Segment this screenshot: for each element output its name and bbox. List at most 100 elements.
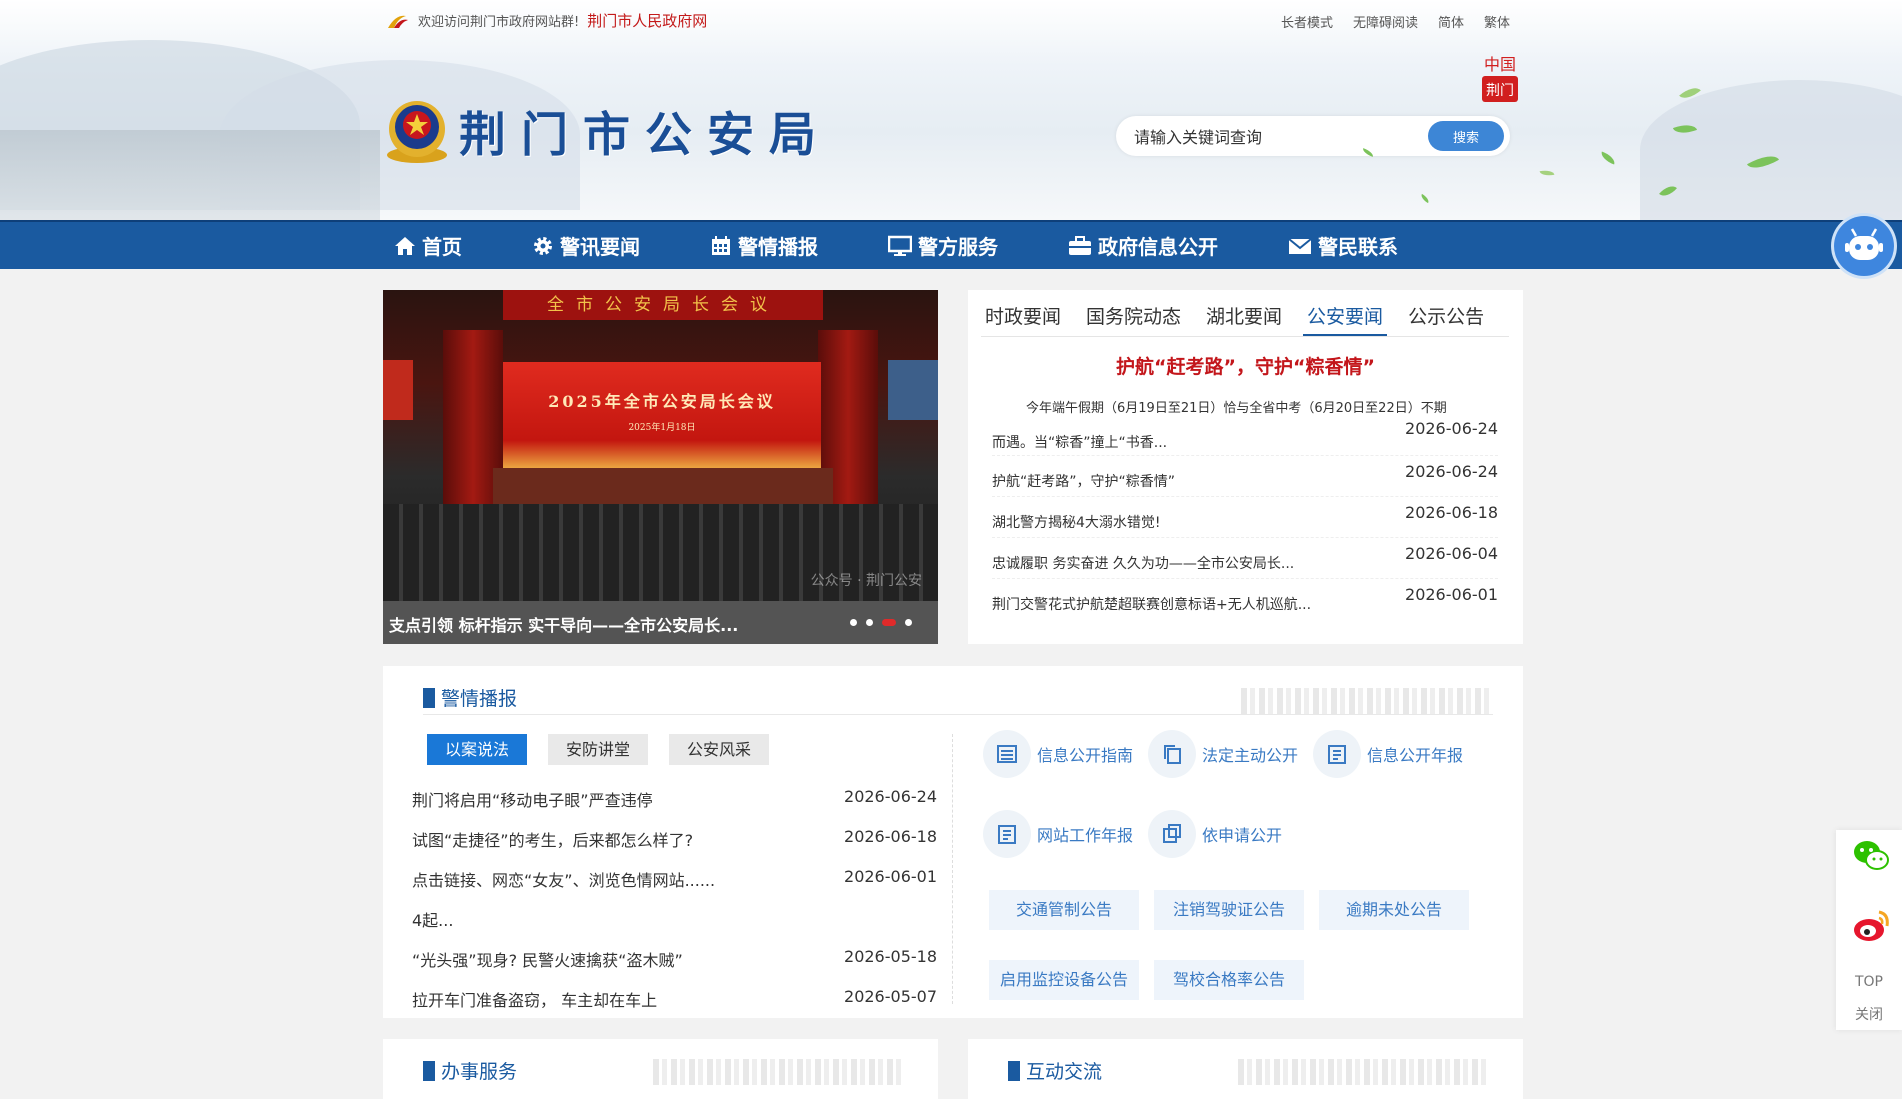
close-float-button[interactable]: 关闭 bbox=[1836, 1004, 1902, 1024]
skyline-decor bbox=[1238, 1059, 1488, 1085]
wechat-button[interactable] bbox=[1851, 836, 1891, 880]
notice-overdue[interactable]: 逾期未处公告 bbox=[1319, 890, 1469, 930]
leaf-decor bbox=[1599, 151, 1617, 165]
list-item[interactable]: 荆门将启用“移动电子眼”严查违停 2026-06-24 bbox=[412, 778, 937, 818]
link-statutory-disclosure[interactable]: 法定主动公开 bbox=[1148, 730, 1298, 778]
police-emblem-icon bbox=[387, 100, 447, 163]
main-nav: 首页 警讯要闻 警情播报 警方服务 政府信息公开 警民联系 bbox=[0, 220, 1902, 269]
robot-assistant-button[interactable] bbox=[1834, 216, 1894, 276]
back-to-top-button[interactable]: TOP bbox=[1836, 974, 1902, 990]
item-title: 护航“赶考路”，守护“粽香情” bbox=[992, 474, 1176, 490]
list-item[interactable]: 点击链接、网恋“女友”、浏览色情网站...... 2026-06-01 bbox=[412, 858, 937, 898]
search-button[interactable]: 搜索 bbox=[1428, 121, 1504, 151]
link-site-annual-report[interactable]: 网站工作年报 bbox=[983, 810, 1133, 858]
nav-label: 警方服务 bbox=[918, 235, 998, 259]
link-label: 信息公开指南 bbox=[1037, 746, 1134, 765]
nav-item-home[interactable]: 首页 bbox=[394, 222, 462, 269]
item-date: 2026-06-04 bbox=[1405, 544, 1498, 563]
nav-item-reports[interactable]: 警情播报 bbox=[710, 222, 818, 269]
list-item[interactable]: 试图“走捷径”的考生，后来都怎么样了? 2026-06-18 bbox=[412, 818, 937, 858]
slide-caption[interactable]: 支点引领 标杆指示 实干导向——全市公安局长... bbox=[389, 612, 738, 636]
tab-state-council[interactable]: 国务院动态 bbox=[1082, 302, 1185, 336]
nav-label: 警讯要闻 bbox=[560, 235, 640, 259]
nav-item-news[interactable]: 警讯要闻 bbox=[532, 222, 640, 269]
list-item[interactable]: 忠诚履职 务实奋进 久久为功——全市公安局长... 2026-06-04 bbox=[992, 538, 1498, 579]
simplified-link[interactable]: 简体 bbox=[1438, 12, 1464, 31]
accessibility-link[interactable]: 无障碍阅读 bbox=[1353, 12, 1418, 31]
item-date: 2026-06-24 bbox=[844, 787, 937, 806]
notice-monitor-devices[interactable]: 启用监控设备公告 bbox=[989, 960, 1139, 1000]
tab-hubei[interactable]: 湖北要闻 bbox=[1202, 302, 1286, 336]
slider-dot[interactable] bbox=[850, 619, 857, 626]
list-item[interactable]: 拉开车门准备盗窃， 车主却在车上 2026-05-07 bbox=[412, 978, 937, 1018]
slider-dot[interactable] bbox=[905, 619, 912, 626]
tab-politics[interactable]: 时政要闻 bbox=[981, 302, 1065, 336]
nav-label: 警情播报 bbox=[738, 235, 818, 259]
police-report-section: 警情播报 以案说法 安防讲堂 公安风采 荆门将启用“移动电子眼”严查违停 202… bbox=[383, 666, 1523, 1018]
title-bar bbox=[423, 687, 435, 708]
notice-license-cancel[interactable]: 注销驾驶证公告 bbox=[1154, 890, 1304, 930]
weibo-button[interactable] bbox=[1851, 906, 1893, 950]
notice-driving-school[interactable]: 驾校合格率公告 bbox=[1154, 960, 1304, 1000]
nav-item-contact[interactable]: 警民联系 bbox=[1288, 222, 1398, 269]
news-slider[interactable]: 全市公安局长会议 2025年全市公安局长会议 2025年1月18日 公众号 · … bbox=[383, 290, 938, 644]
briefcase-icon bbox=[1069, 235, 1091, 255]
report-icon-wrap bbox=[983, 810, 1031, 858]
site-logo[interactable]: 荆门市公安局 bbox=[383, 96, 831, 165]
copy-icon-wrap bbox=[1148, 730, 1196, 778]
skyline-decor bbox=[1241, 688, 1491, 714]
list-item[interactable]: 而遇。当“粽香”撞上“书香... 2026-06-24 bbox=[992, 415, 1498, 456]
apply-icon-wrap bbox=[1148, 810, 1196, 858]
list-item[interactable]: 荆门交警花式护航楚超联赛创意标语+无人机巡航... 2026-06-01 bbox=[992, 579, 1498, 619]
slide-image[interactable]: 全市公安局长会议 2025年全市公安局长会议 2025年1月18日 公众号 · … bbox=[383, 290, 938, 601]
police-list: 荆门将启用“移动电子眼”严查违停 2026-06-24 试图“走捷径”的考生，后… bbox=[412, 778, 937, 1018]
list-icon-wrap bbox=[983, 730, 1031, 778]
search-input[interactable] bbox=[1132, 124, 1376, 150]
site-header: 欢迎访问荆门市政府网站群! 荆门市人民政府网 长者模式 无障碍阅读 简体 繁体 … bbox=[0, 0, 1902, 220]
hall-banner: 全市公安局长会议 bbox=[503, 290, 823, 320]
traditional-link[interactable]: 繁体 bbox=[1484, 12, 1510, 31]
item-title: 4起... bbox=[412, 911, 454, 930]
section-title-text: 警情播报 bbox=[441, 688, 518, 710]
tab-announcements[interactable]: 公示公告 bbox=[1404, 302, 1488, 336]
gov-portal-link[interactable]: 荆门市人民政府网 bbox=[587, 10, 707, 31]
slider-dot-active[interactable] bbox=[882, 619, 896, 626]
slider-dot[interactable] bbox=[866, 619, 873, 626]
link-info-annual-report[interactable]: 信息公开年报 bbox=[1313, 730, 1463, 778]
seal-top-text: 中国 bbox=[1484, 55, 1516, 74]
seal-bottom-text: 荆门 bbox=[1486, 83, 1514, 99]
link-label: 信息公开年报 bbox=[1367, 746, 1464, 765]
nav-item-services[interactable]: 警方服务 bbox=[888, 222, 998, 269]
calendar-icon bbox=[712, 235, 730, 255]
tab-police-news[interactable]: 公安要闻 bbox=[1303, 302, 1388, 336]
welcome-bar: 欢迎访问荆门市政府网站群! 荆门市人民政府网 bbox=[386, 10, 707, 31]
item-date: 2026-05-18 bbox=[844, 947, 937, 966]
list-item[interactable]: 护航“赶考路”，守护“粽香情” 2026-06-24 bbox=[992, 456, 1498, 497]
item-title: 试图“走捷径”的考生，后来都怎么样了? bbox=[412, 831, 694, 850]
headline-link[interactable]: 护航“赶考路”，守护“粽香情” bbox=[968, 352, 1523, 379]
tab-police-style[interactable]: 公安风采 bbox=[669, 734, 769, 765]
link-info-guide[interactable]: 信息公开指南 bbox=[983, 730, 1133, 778]
notice-traffic-control[interactable]: 交通管制公告 bbox=[989, 890, 1139, 930]
link-apply-disclosure[interactable]: 依申请公开 bbox=[1148, 810, 1282, 858]
list-item[interactable]: “光头强”现身? 民警火速擒获“盗木贼” 2026-05-18 bbox=[412, 938, 937, 978]
elder-mode-link[interactable]: 长者模式 bbox=[1281, 12, 1333, 31]
tab-case-law[interactable]: 以案说法 bbox=[427, 734, 527, 765]
list-item[interactable]: 湖北警方揭秘4大溺水错觉! 2026-06-18 bbox=[992, 497, 1498, 538]
tab-security-class[interactable]: 安防讲堂 bbox=[548, 734, 648, 765]
section-title: 警情播报 bbox=[423, 684, 517, 711]
welcome-text: 欢迎访问荆门市政府网站群! bbox=[418, 15, 580, 30]
search-box: 搜索 bbox=[1116, 116, 1510, 156]
report-icon-wrap bbox=[1313, 730, 1361, 778]
report-icon bbox=[998, 825, 1016, 844]
nav-item-gov-info[interactable]: 政府信息公开 bbox=[1068, 222, 1218, 269]
site-title: 荆门市公安局 bbox=[459, 108, 831, 163]
item-date: 2026-06-24 bbox=[1405, 419, 1498, 438]
screen-title: 2025年全市公安局长会议 bbox=[548, 392, 776, 411]
skyline-decor bbox=[653, 1059, 903, 1085]
side-screen bbox=[383, 360, 413, 420]
stage-desk bbox=[493, 468, 833, 504]
stage-screen: 2025年全市公安局长会议 2025年1月18日 bbox=[503, 362, 821, 474]
list-item[interactable]: 4起... bbox=[412, 898, 937, 938]
side-float-bar: TOP 关闭 bbox=[1836, 830, 1902, 1030]
